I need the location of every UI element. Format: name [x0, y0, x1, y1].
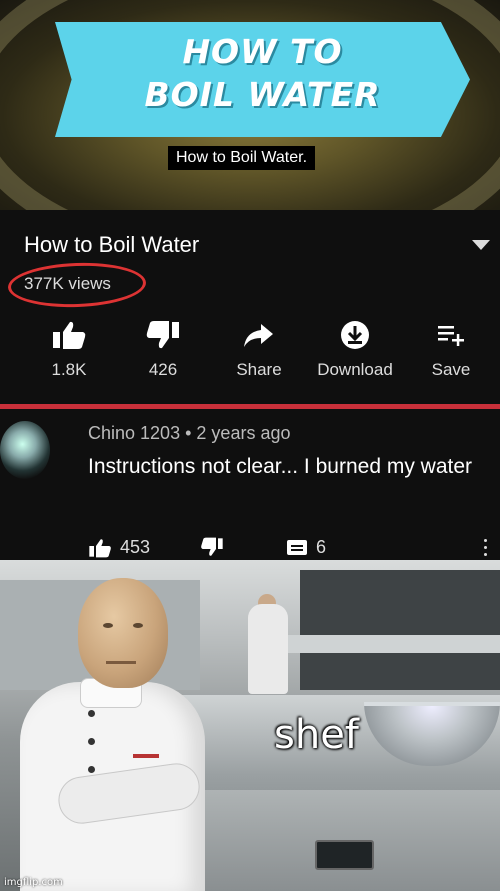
meta-separator: •	[185, 423, 192, 443]
kitchen-hood	[300, 570, 500, 690]
expand-description-icon[interactable]	[472, 240, 490, 250]
banner-line-2: BOIL WATER	[144, 75, 381, 114]
title-banner-text: HOW TO BOIL WATER	[55, 30, 470, 116]
comment-like-count: 453	[120, 537, 151, 557]
drawer-handle	[315, 840, 374, 870]
comment-time: 2 years ago	[196, 423, 291, 443]
save-label: Save	[431, 360, 471, 379]
thumbs-up-icon	[53, 321, 86, 349]
background-chef	[248, 604, 288, 694]
thumbs-down-icon	[146, 321, 179, 349]
download-icon	[341, 321, 369, 349]
video-info-panel: How to Boil Water 377K views 1.8K 426 Sh…	[0, 210, 500, 408]
watermark: imgflip.com	[4, 877, 63, 888]
reply-count: 6	[316, 537, 327, 557]
save-playlist-icon	[438, 326, 464, 346]
like-count: 1.8K	[51, 360, 87, 379]
meme-man-mouth	[106, 661, 136, 664]
banner-line-1: HOW TO	[182, 32, 343, 71]
kitchen-photo: shef imgflip.com	[0, 560, 500, 891]
red-highlight-circle	[7, 260, 147, 310]
meme-man-head	[78, 578, 168, 688]
comment-text: Instructions not clear... I burned my wa…	[88, 455, 473, 478]
avatar[interactable]	[0, 421, 50, 479]
download-button[interactable]: Download	[310, 320, 400, 380]
thumbs-up-icon	[89, 538, 111, 557]
more-options-icon[interactable]	[484, 539, 488, 560]
video-title[interactable]: How to Boil Water	[24, 232, 199, 258]
reply-comment-icon	[287, 539, 307, 555]
share-icon	[244, 324, 273, 347]
subtitle-caption: How to Boil Water.	[168, 146, 316, 170]
comment-meta: Chino 1203 • 2 years ago	[88, 423, 290, 444]
meme-man-eye	[133, 623, 143, 628]
comment-author[interactable]: Chino 1203	[88, 423, 180, 443]
thumbs-down-icon	[201, 537, 223, 556]
jacket-button	[88, 766, 95, 773]
meme-caption: shef	[274, 712, 359, 758]
dislike-count: 426	[148, 360, 178, 379]
jacket-pocket-trim	[133, 754, 159, 758]
comment-like-button[interactable]: 453	[88, 537, 150, 558]
jacket-button	[88, 710, 95, 717]
dislike-button[interactable]: 426	[118, 320, 208, 380]
save-button[interactable]: Save	[406, 320, 496, 380]
share-label: Share	[236, 360, 282, 379]
jacket-button	[88, 738, 95, 745]
comment-reply-button[interactable]: 6	[286, 537, 326, 558]
share-button[interactable]: Share	[214, 320, 304, 380]
video-thumbnail[interactable]: HOW TO BOIL WATER How to Boil Water.	[0, 0, 500, 210]
kitchen-rail	[285, 635, 500, 653]
comment: Chino 1203 • 2 years ago Instructions no…	[0, 409, 500, 560]
like-button[interactable]: 1.8K	[24, 320, 114, 380]
meme-man-eye	[103, 623, 113, 628]
download-label: Download	[317, 360, 393, 379]
comment-dislike-button[interactable]	[200, 537, 224, 557]
